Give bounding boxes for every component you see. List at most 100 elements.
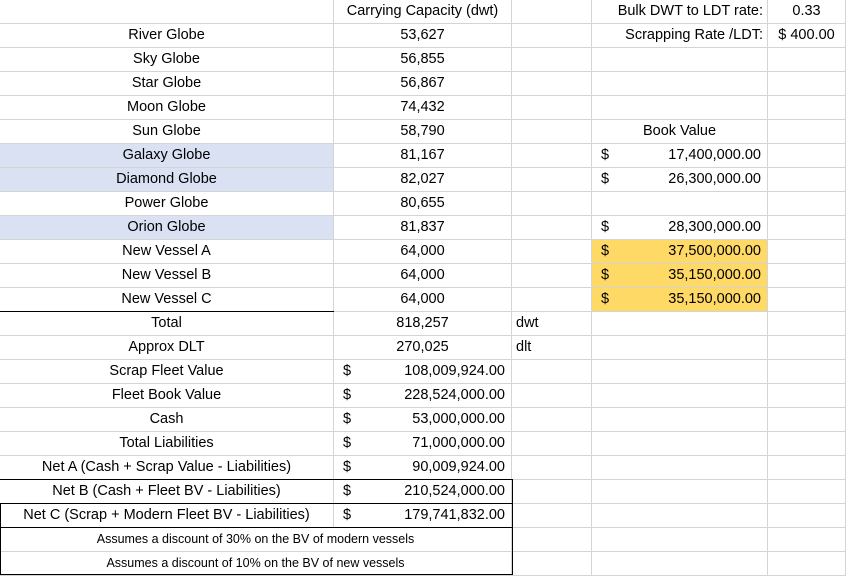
empty-cell[interactable] xyxy=(768,432,846,456)
empty-cell[interactable] xyxy=(592,336,768,360)
total-value[interactable]: 818,257 xyxy=(334,312,512,336)
summary-value[interactable]: $53,000,000.00 xyxy=(334,408,512,432)
summary-label[interactable]: Cash xyxy=(0,408,334,432)
empty-cell[interactable] xyxy=(512,96,592,120)
vessel-name[interactable]: Galaxy Globe xyxy=(0,144,334,168)
vessel-name[interactable]: Power Globe xyxy=(0,192,334,216)
empty-cell[interactable] xyxy=(512,216,592,240)
vessel-name[interactable]: Moon Globe xyxy=(0,96,334,120)
vessel-dwt[interactable]: 82,027 xyxy=(334,168,512,192)
empty-cell[interactable] xyxy=(512,480,592,504)
empty-cell[interactable] xyxy=(512,432,592,456)
total-label[interactable]: Total xyxy=(0,312,334,336)
empty-cell[interactable] xyxy=(592,528,768,552)
empty-cell[interactable] xyxy=(768,216,846,240)
summary-label[interactable]: Net B (Cash + Fleet BV - Liabilities) xyxy=(0,480,334,504)
empty-cell[interactable] xyxy=(512,24,592,48)
book-value-header[interactable]: Book Value xyxy=(592,120,768,144)
empty-cell[interactable] xyxy=(768,336,846,360)
summary-value[interactable]: $71,000,000.00 xyxy=(334,432,512,456)
empty-cell[interactable] xyxy=(768,240,846,264)
book-value-cell[interactable] xyxy=(592,72,768,96)
scrap-rate-value[interactable]: $ 400.00 xyxy=(768,24,846,48)
empty-cell[interactable] xyxy=(512,120,592,144)
empty-cell[interactable] xyxy=(512,264,592,288)
empty-cell[interactable] xyxy=(592,504,768,528)
empty-cell[interactable] xyxy=(768,480,846,504)
dlt-label[interactable]: Approx DLT xyxy=(0,336,334,360)
empty-cell[interactable] xyxy=(512,48,592,72)
summary-value[interactable]: $210,524,000.00 xyxy=(334,480,512,504)
empty-cell[interactable] xyxy=(512,408,592,432)
empty-cell[interactable] xyxy=(768,144,846,168)
vessel-name[interactable]: Diamond Globe xyxy=(0,168,334,192)
dlt-value[interactable]: 270,025 xyxy=(334,336,512,360)
vessel-dwt[interactable]: 56,855 xyxy=(334,48,512,72)
empty-cell[interactable] xyxy=(512,456,592,480)
vessel-name[interactable]: New Vessel A xyxy=(0,240,334,264)
book-value-cell[interactable] xyxy=(592,96,768,120)
empty-cell[interactable] xyxy=(0,0,334,24)
summary-label[interactable]: Scrap Fleet Value xyxy=(0,360,334,384)
summary-value[interactable]: $228,524,000.00 xyxy=(334,384,512,408)
empty-cell[interactable] xyxy=(768,48,846,72)
empty-cell[interactable] xyxy=(768,168,846,192)
vessel-name[interactable]: New Vessel C xyxy=(0,288,334,312)
summary-value[interactable]: $179,741,832.00 xyxy=(334,504,512,528)
empty-cell[interactable] xyxy=(768,120,846,144)
vessel-name[interactable]: Sun Globe xyxy=(0,120,334,144)
scrap-rate-label[interactable]: Scrapping Rate /LDT: xyxy=(592,24,768,48)
empty-cell[interactable] xyxy=(768,360,846,384)
empty-cell[interactable] xyxy=(768,528,846,552)
vessel-name[interactable]: New Vessel B xyxy=(0,264,334,288)
empty-cell[interactable] xyxy=(768,264,846,288)
summary-value[interactable]: $90,009,924.00 xyxy=(334,456,512,480)
summary-label[interactable]: Net C (Scrap + Modern Fleet BV - Liabili… xyxy=(0,504,334,528)
vessel-dwt[interactable]: 81,837 xyxy=(334,216,512,240)
vessel-dwt[interactable]: 58,790 xyxy=(334,120,512,144)
empty-cell[interactable] xyxy=(512,360,592,384)
empty-cell[interactable] xyxy=(592,360,768,384)
empty-cell[interactable] xyxy=(512,192,592,216)
empty-cell[interactable] xyxy=(592,312,768,336)
empty-cell[interactable] xyxy=(512,144,592,168)
empty-cell[interactable] xyxy=(768,384,846,408)
dlt-unit[interactable]: dlt xyxy=(512,336,592,360)
book-value-cell[interactable]: $37,500,000.00 xyxy=(592,240,768,264)
book-value-cell[interactable] xyxy=(592,48,768,72)
empty-cell[interactable] xyxy=(768,408,846,432)
book-value-cell[interactable]: $28,300,000.00 xyxy=(592,216,768,240)
vessel-dwt[interactable]: 64,000 xyxy=(334,264,512,288)
vessel-dwt[interactable]: 53,627 xyxy=(334,24,512,48)
empty-cell[interactable] xyxy=(512,504,592,528)
empty-cell[interactable] xyxy=(768,504,846,528)
vessel-name[interactable]: Sky Globe xyxy=(0,48,334,72)
summary-label[interactable]: Net A (Cash + Scrap Value - Liabilities) xyxy=(0,456,334,480)
empty-cell[interactable] xyxy=(592,384,768,408)
empty-cell[interactable] xyxy=(768,192,846,216)
vessel-dwt[interactable]: 64,000 xyxy=(334,240,512,264)
summary-value[interactable]: $108,009,924.00 xyxy=(334,360,512,384)
vessel-name[interactable]: Star Globe xyxy=(0,72,334,96)
capacity-header[interactable]: Carrying Capacity (dwt) xyxy=(334,0,512,24)
rate-label[interactable]: Bulk DWT to LDT rate: xyxy=(592,0,768,24)
vessel-dwt[interactable]: 74,432 xyxy=(334,96,512,120)
book-value-cell[interactable]: $17,400,000.00 xyxy=(592,144,768,168)
vessel-dwt[interactable]: 81,167 xyxy=(334,144,512,168)
book-value-cell[interactable] xyxy=(592,192,768,216)
empty-cell[interactable] xyxy=(768,312,846,336)
empty-cell[interactable] xyxy=(768,456,846,480)
note-cell[interactable]: Assumes a discount of 30% on the BV of m… xyxy=(0,528,512,552)
empty-cell[interactable] xyxy=(592,432,768,456)
vessel-dwt[interactable]: 64,000 xyxy=(334,288,512,312)
empty-cell[interactable] xyxy=(768,288,846,312)
empty-cell[interactable] xyxy=(592,456,768,480)
empty-cell[interactable] xyxy=(592,408,768,432)
empty-cell[interactable] xyxy=(768,552,846,576)
vessel-dwt[interactable]: 80,655 xyxy=(334,192,512,216)
empty-cell[interactable] xyxy=(512,552,592,576)
empty-cell[interactable] xyxy=(592,480,768,504)
empty-cell[interactable] xyxy=(512,0,592,24)
total-unit[interactable]: dwt xyxy=(512,312,592,336)
empty-cell[interactable] xyxy=(768,96,846,120)
